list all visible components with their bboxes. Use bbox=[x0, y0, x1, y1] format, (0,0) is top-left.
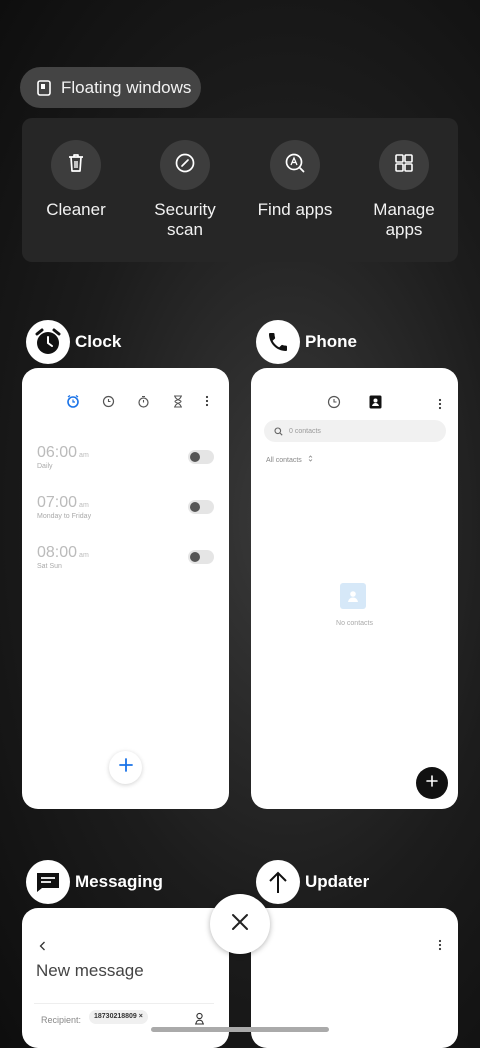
more-menu-icon[interactable] bbox=[438, 938, 442, 956]
close-icon bbox=[231, 913, 249, 936]
alarm-repeat: Sat Sun bbox=[37, 563, 62, 570]
alarm-item[interactable]: 07:00 am Monday to Friday bbox=[37, 494, 217, 534]
close-all-button[interactable] bbox=[210, 894, 270, 954]
trash-icon bbox=[65, 152, 87, 179]
more-menu-icon[interactable] bbox=[200, 394, 214, 408]
clock-app-name: Clock bbox=[75, 332, 122, 351]
alarm-period: am bbox=[79, 552, 89, 559]
search-placeholder: 0 contacts bbox=[289, 427, 321, 435]
clock-tabs bbox=[22, 394, 229, 412]
find-apps-icon bbox=[284, 152, 306, 179]
alarm-toggle[interactable] bbox=[188, 500, 214, 514]
alarm-repeat: Monday to Friday bbox=[37, 513, 92, 520]
alarm-time: 07:00 bbox=[37, 494, 78, 511]
recipient-chip[interactable]: 18730218809 × bbox=[89, 1010, 148, 1024]
alarm-time: 06:00 bbox=[37, 444, 78, 461]
home-indicator[interactable] bbox=[151, 1027, 329, 1032]
updater-app-header[interactable]: Updater bbox=[256, 860, 369, 904]
messaging-app-icon bbox=[26, 860, 70, 904]
alarm-toggle[interactable] bbox=[188, 450, 214, 464]
contacts-search-input[interactable]: 0 contacts bbox=[264, 420, 446, 442]
back-arrow-icon[interactable] bbox=[39, 938, 46, 956]
contacts-tab-icon[interactable] bbox=[369, 395, 382, 414]
phone-app-name: Phone bbox=[305, 332, 357, 351]
contacts-filter-label: All contacts bbox=[266, 457, 302, 464]
messaging-app-name: Messaging bbox=[75, 872, 163, 891]
recipient-label: Recipient: bbox=[41, 1015, 82, 1025]
alarm-period: am bbox=[79, 452, 89, 459]
clock-app-icon bbox=[26, 320, 70, 364]
alarm-repeat: Daily bbox=[37, 463, 53, 470]
add-contact-button[interactable] bbox=[416, 767, 448, 799]
floating-window-icon bbox=[36, 79, 52, 97]
sort-icon bbox=[308, 455, 313, 464]
recents-tab-icon[interactable] bbox=[327, 395, 341, 414]
alarm-item[interactable]: 08:00 am Sat Sun bbox=[37, 544, 217, 584]
alarm-time: 08:00 bbox=[37, 544, 78, 561]
messaging-app-header[interactable]: Messaging bbox=[26, 860, 163, 904]
manage-apps-label: Manage apps bbox=[373, 200, 435, 239]
timer-tab-icon[interactable] bbox=[171, 394, 185, 408]
alarm-period: am bbox=[79, 502, 89, 509]
find-apps-label: Find apps bbox=[257, 200, 333, 219]
quick-tools-panel: Cleaner Security scan Find apps Manage a… bbox=[22, 118, 458, 262]
cleaner-button[interactable]: Cleaner bbox=[26, 140, 126, 220]
more-menu-icon[interactable] bbox=[438, 397, 442, 415]
updater-app-name: Updater bbox=[305, 872, 370, 891]
phone-app-icon bbox=[256, 320, 300, 364]
security-scan-label: Security scan bbox=[154, 200, 216, 239]
security-scan-button[interactable]: Security scan bbox=[135, 140, 235, 240]
search-icon bbox=[274, 426, 283, 436]
alarm-item[interactable]: 06:00 am Daily bbox=[37, 444, 217, 484]
updater-app-icon bbox=[256, 860, 300, 904]
clock-app-header[interactable]: Clock bbox=[26, 320, 121, 364]
world-clock-tab-icon[interactable] bbox=[101, 394, 115, 408]
cleaner-label: Cleaner bbox=[46, 200, 106, 219]
floating-windows-label: Floating windows bbox=[61, 77, 192, 97]
alarm-tab-icon[interactable] bbox=[66, 394, 80, 408]
floating-windows-button[interactable]: Floating windows bbox=[20, 67, 201, 108]
new-message-title: New message bbox=[36, 961, 144, 980]
phone-app-card[interactable]: 0 contacts All contacts No contacts bbox=[251, 368, 458, 809]
clock-app-card[interactable]: 06:00 am Daily 07:00 am Monday to Friday 0… bbox=[22, 368, 229, 809]
find-apps-button[interactable]: Find apps bbox=[245, 140, 345, 220]
recipient-chip-text: 18730218809 bbox=[94, 1013, 137, 1020]
stopwatch-tab-icon[interactable] bbox=[136, 394, 150, 408]
empty-contacts-icon bbox=[340, 583, 366, 609]
alarm-toggle[interactable] bbox=[188, 550, 214, 564]
grid-icon bbox=[393, 152, 415, 179]
plus-icon bbox=[118, 758, 133, 777]
contacts-filter-dropdown[interactable]: All contacts bbox=[266, 455, 313, 464]
scan-icon bbox=[174, 152, 196, 179]
manage-apps-button[interactable]: Manage apps bbox=[354, 140, 454, 240]
plus-icon bbox=[426, 774, 438, 792]
add-alarm-button[interactable] bbox=[109, 751, 142, 784]
empty-contacts-text: No contacts bbox=[336, 620, 373, 627]
phone-app-header[interactable]: Phone bbox=[256, 320, 357, 364]
